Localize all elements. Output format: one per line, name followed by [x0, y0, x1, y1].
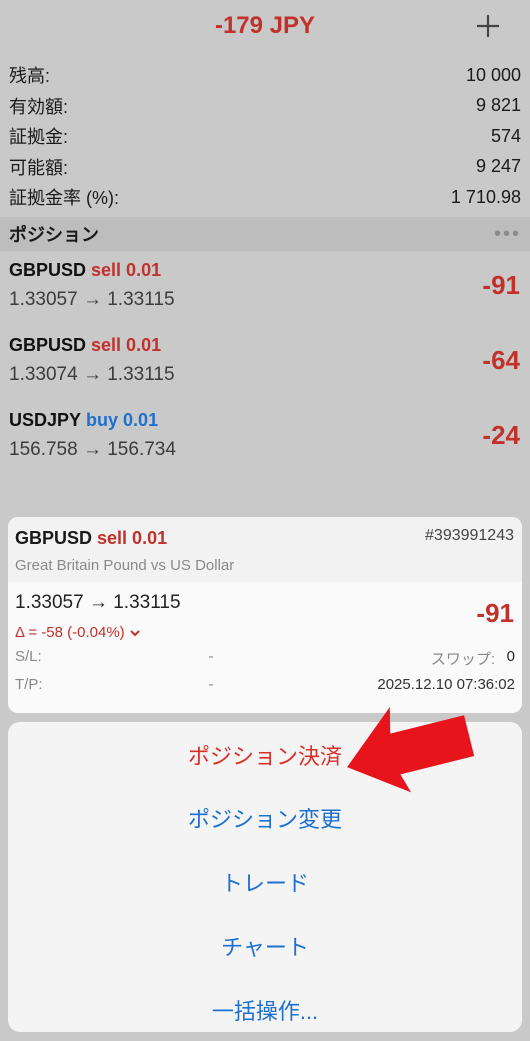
position-title: GBPUSD sell 0.01: [9, 260, 161, 281]
tp-value: -: [208, 676, 214, 693]
balance-label: 残高:: [9, 66, 51, 87]
detail-delta-text: Δ = -58 (-0.04%): [15, 624, 125, 641]
margin-label: 証拠金:: [9, 127, 69, 148]
position-profit: -64: [482, 345, 520, 375]
tp-label: T/P:: [15, 676, 43, 693]
position-item[interactable]: USDJPY buy 0.01 156.758 → 156.734 -24: [0, 406, 530, 481]
positions-section-header: ポジション •••: [0, 217, 530, 251]
bulk-operation-button[interactable]: 一括操作...: [8, 979, 522, 1041]
margin-row: 証拠金: 574: [0, 121, 530, 152]
plus-icon: [477, 15, 499, 37]
detail-card-header: GBPUSD sell 0.01 #393991243 Great Britai…: [8, 517, 522, 582]
modify-position-button[interactable]: ポジション変更: [8, 787, 522, 849]
detail-card-body: 1.33057 → 1.33115 Δ = -58 (-0.04%) -91 S…: [8, 582, 522, 713]
free-margin-label: 可能額:: [9, 157, 69, 178]
detail-description: Great Britain Pound vs US Dollar: [15, 557, 235, 574]
sl-row: S/L: - スワップ: 0: [15, 648, 515, 672]
position-prices: 1.33057 → 1.33115: [9, 289, 175, 310]
position-item[interactable]: GBPUSD sell 0.01 1.33057 → 1.33115 -91: [0, 256, 530, 331]
add-button[interactable]: [472, 10, 504, 42]
position-item[interactable]: GBPUSD sell 0.01 1.33074 → 1.33115 -64: [0, 331, 530, 406]
sl-value: -: [208, 648, 214, 665]
detail-profit: -91: [476, 598, 514, 628]
position-title: USDJPY buy 0.01: [9, 410, 158, 431]
equity-value: 9 821: [475, 95, 521, 116]
balance-row: 残高: 10 000: [0, 60, 530, 91]
position-symbol: GBPUSD: [9, 260, 87, 280]
trade-button[interactable]: トレード: [8, 851, 522, 913]
position-title: GBPUSD sell 0.01: [9, 335, 161, 356]
positions-title: ポジション: [9, 225, 99, 245]
margin-level-row: 証拠金率 (%): 1 710.98: [0, 182, 530, 213]
position-detail-card: GBPUSD sell 0.01 #393991243 Great Britai…: [8, 517, 522, 713]
detail-delta: Δ = -58 (-0.04%): [15, 624, 141, 641]
position-symbol: GBPUSD: [9, 335, 87, 355]
equity-label: 有効額:: [9, 96, 69, 117]
position-prices: 156.758 → 156.734: [9, 439, 176, 460]
position-profit: -91: [482, 270, 520, 300]
position-symbol: USDJPY: [9, 410, 82, 430]
chart-button[interactable]: チャート: [8, 915, 522, 977]
position-profit: -24: [482, 420, 520, 450]
detail-prices: 1.33057 → 1.33115: [15, 592, 181, 613]
swap-label: スワップ:: [430, 651, 495, 668]
detail-symbol: GBPUSD: [15, 528, 93, 548]
header: -179 JPY: [0, 0, 530, 56]
detail-title: GBPUSD sell 0.01: [15, 528, 167, 549]
sl-label: S/L:: [15, 648, 42, 665]
annotation-arrow-icon: [347, 706, 475, 793]
position-prices: 1.33074 → 1.33115: [9, 364, 175, 385]
margin-value: 574: [490, 125, 521, 146]
free-margin-row: 可能額: 9 247: [0, 152, 530, 183]
equity-row: 有効額: 9 821: [0, 91, 530, 122]
position-side: sell 0.01: [91, 335, 162, 355]
total-profit-title: -179 JPY: [214, 12, 316, 39]
free-margin-value: 9 247: [475, 156, 521, 177]
swap-value: 0: [506, 648, 515, 665]
margin-level-value: 1 710.98: [450, 186, 521, 207]
account-summary: 残高: 10 000 有効額: 9 821 証拠金: 574 可能額: 9 24…: [0, 60, 530, 213]
balance-value: 10 000: [465, 64, 521, 85]
position-side: sell 0.01: [91, 260, 162, 280]
position-side: buy 0.01: [86, 410, 159, 430]
more-options-icon[interactable]: •••: [494, 223, 521, 246]
open-time: 2025.12.10 07:36:02: [377, 676, 515, 693]
detail-ticket: #393991243: [425, 527, 514, 544]
tp-row: T/P: - 2025.12.10 07:36:02: [15, 676, 515, 700]
positions-list: GBPUSD sell 0.01 1.33057 → 1.33115 -91 G…: [0, 256, 530, 481]
margin-level-label: 証拠金率 (%):: [9, 188, 119, 209]
chevron-down-icon: [129, 629, 140, 636]
detail-side: sell 0.01: [97, 528, 168, 548]
